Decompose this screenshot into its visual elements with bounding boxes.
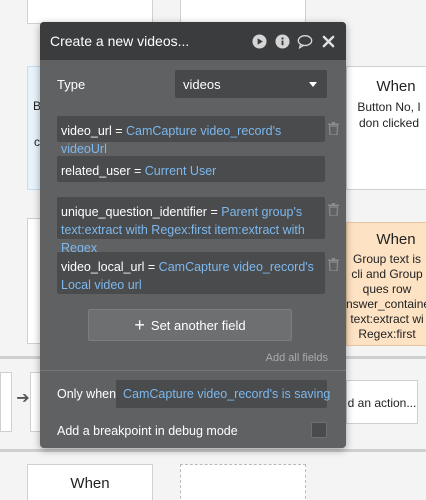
bg-event-left[interactable]: [27, 66, 41, 190]
breakpoint-label: Add a breakpoint in debug mode: [57, 424, 238, 438]
bg-divider-bottom: [0, 449, 426, 452]
dialog-separator: [40, 370, 346, 371]
field-key: video_url: [61, 124, 112, 138]
bg-add-action-text: d an action...: [347, 396, 417, 410]
bg-empty-slot[interactable]: [180, 464, 306, 500]
bg-card-top-mid: [180, 0, 306, 24]
field-operator: =: [210, 205, 218, 219]
bg-card-top-left: [27, 0, 153, 24]
field-key: related_user: [61, 164, 131, 178]
bg-when-mid-right-desc: Group text is cli and Group ques row nsw…: [346, 252, 426, 344]
field-value[interactable]: Current User: [145, 164, 217, 178]
caret-down-icon: [309, 82, 317, 87]
bg-card-mid-left: [27, 218, 41, 344]
bg-when-top-right: When: [376, 78, 416, 95]
only-when-label: Only when: [57, 387, 117, 401]
only-when-condition-value: CamCapture video_record's is saving: [123, 387, 331, 401]
comment-icon[interactable]: [297, 33, 313, 49]
bg-when-bottom-left: When: [70, 475, 110, 492]
field-operator: =: [133, 164, 142, 178]
field-unique-question-identifier[interactable]: unique_question_identifier = Parent grou…: [57, 197, 339, 255]
bg-action-row-left: [0, 372, 12, 432]
create-thing-dialog: Create a new videos... Type videos video…: [40, 22, 346, 448]
type-row: Type videos: [57, 70, 327, 98]
play-icon[interactable]: [251, 33, 267, 49]
only-when-condition-input[interactable]: CamCapture video_record's is saving: [116, 380, 331, 408]
set-another-field-label: Set another field: [150, 317, 246, 333]
field-key: video_local_url: [61, 260, 145, 274]
trash-icon[interactable]: [328, 258, 339, 272]
bg-when-mid-right: When: [376, 231, 416, 248]
plus-icon: +: [134, 315, 145, 335]
type-dropdown-value: videos: [183, 76, 221, 92]
field-video-local-url[interactable]: video_local_url = CamCapture video_recor…: [57, 252, 339, 294]
arrow-right-icon: ➔: [16, 390, 30, 407]
trash-icon[interactable]: [328, 203, 339, 217]
dialog-header: Create a new videos...: [40, 22, 346, 60]
close-icon[interactable]: [320, 33, 336, 49]
field-operator: =: [147, 260, 156, 274]
field-video-url[interactable]: video_url = CamCapture video_record's vi…: [57, 116, 339, 156]
add-all-fields-link[interactable]: Add all fields: [266, 352, 328, 364]
field-operator: =: [115, 124, 123, 138]
field-related-user[interactable]: related_user = Current User: [57, 156, 325, 182]
field-key: unique_question_identifier: [61, 205, 207, 219]
trash-icon[interactable]: [328, 122, 339, 136]
bg-when-top-right-desc: Button No, I don clicked: [357, 100, 421, 130]
info-icon[interactable]: [274, 33, 290, 49]
type-dropdown[interactable]: videos: [175, 70, 327, 98]
type-label: Type: [57, 76, 86, 92]
set-another-field-button[interactable]: + Set another field: [88, 309, 292, 341]
breakpoint-checkbox[interactable]: [311, 422, 327, 438]
dialog-title: Create a new videos...: [50, 33, 190, 49]
